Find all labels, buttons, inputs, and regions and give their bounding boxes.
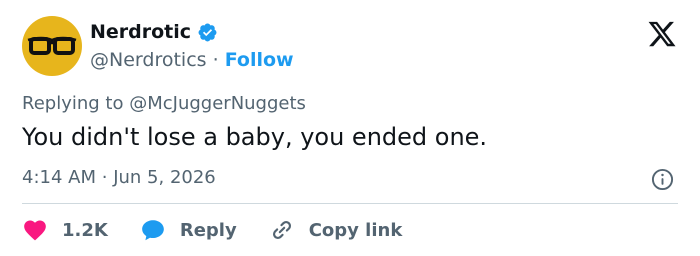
handle-separator: · bbox=[212, 49, 219, 71]
tweet-date[interactable]: Jun 5, 2026 bbox=[113, 167, 216, 188]
like-button[interactable]: 1.2K bbox=[22, 217, 108, 243]
timestamp-separator: · bbox=[101, 167, 108, 188]
heart-icon bbox=[24, 220, 46, 241]
copy-link-label: Copy link bbox=[308, 219, 403, 241]
replying-to-label: Replying to bbox=[22, 93, 124, 114]
verified-badge-icon bbox=[198, 23, 217, 41]
tweet-time[interactable]: 4:14 AM bbox=[22, 167, 96, 188]
author-name-row[interactable]: Nerdrotic bbox=[90, 21, 218, 43]
reply-label: Reply bbox=[179, 219, 237, 241]
reply-bubble-icon bbox=[142, 220, 164, 241]
avatar[interactable] bbox=[22, 16, 82, 76]
replying-to: Replying to @McJuggerNuggets bbox=[22, 93, 306, 114]
author-name[interactable]: Nerdrotic bbox=[90, 21, 191, 43]
info-icon[interactable] bbox=[651, 168, 674, 191]
action-bar: 1.2K Reply Copy link bbox=[22, 214, 434, 246]
link-icon bbox=[272, 220, 291, 240]
reply-button[interactable]: Reply bbox=[140, 217, 237, 243]
author-handle[interactable]: @Nerdrotics bbox=[90, 49, 207, 71]
x-logo-icon[interactable] bbox=[646, 19, 678, 49]
replying-to-handle[interactable]: @McJuggerNuggets bbox=[129, 93, 306, 114]
author-subline: @Nerdrotics · Follow bbox=[90, 49, 294, 71]
glasses-avatar-icon bbox=[27, 36, 77, 55]
follow-button[interactable]: Follow bbox=[225, 49, 294, 71]
tweet-card: Nerdrotic @Nerdrotics · Follow Replying … bbox=[0, 0, 700, 256]
divider bbox=[22, 203, 678, 204]
tweet-timestamp[interactable]: 4:14 AM · Jun 5, 2026 bbox=[22, 167, 216, 188]
tweet-text: You didn't lose a baby, you ended one. bbox=[22, 123, 488, 151]
copy-link-button[interactable]: Copy link bbox=[269, 217, 403, 243]
like-count: 1.2K bbox=[62, 219, 108, 241]
